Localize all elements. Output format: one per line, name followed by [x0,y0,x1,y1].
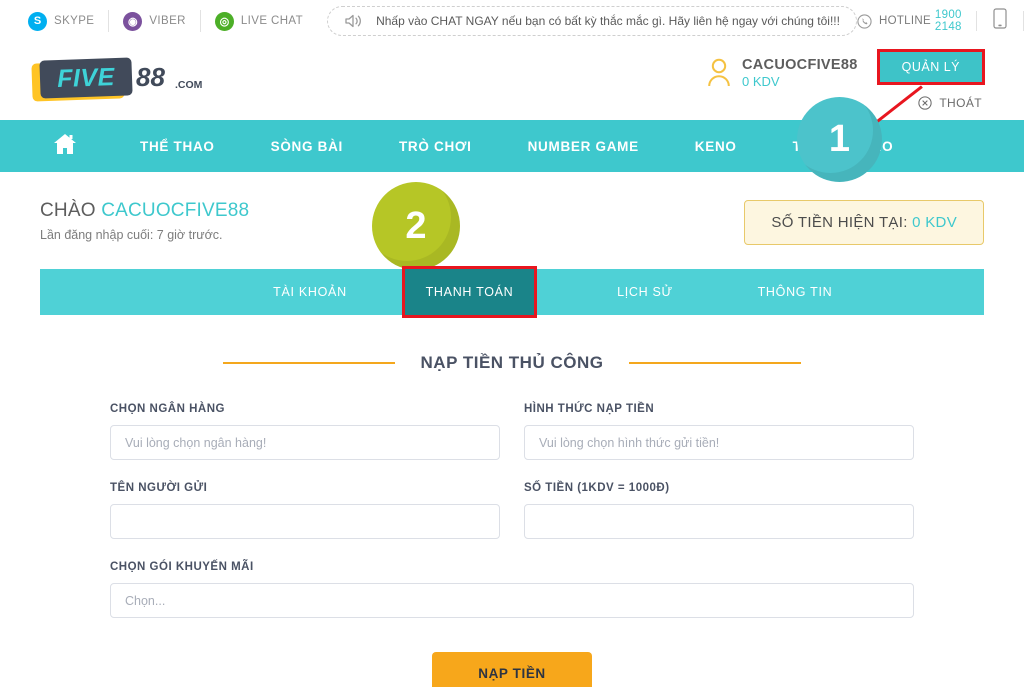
tab-lich-su[interactable]: LỊCH SỬ [570,269,720,315]
chat-banner-text: Nhấp vào CHAT NGAY nếu bạn có bất kỳ thắ… [376,14,840,28]
promo-select-input[interactable] [110,583,914,618]
logout-label: THOÁT [939,96,982,110]
heading-rule-right [629,362,802,364]
mobile-phone-icon [993,8,1007,34]
close-icon [918,96,932,110]
heading-rule-left [222,362,395,364]
phone-icon [857,13,872,29]
greeting-block: CHÀO CACUOCFIVE88 Lần đăng nhập cuối: 7 … [40,200,249,242]
nav-item-home[interactable] [46,132,112,161]
greeting-row: CHÀO CACUOCFIVE88 Lần đăng nhập cuối: 7 … [0,172,1024,245]
user-avatar-icon [706,56,732,88]
greeting-username: CACUOCFIVE88 [101,200,250,221]
logo-com-text: .COM [175,79,203,91]
whatsapp-icon: ◎ [214,11,234,31]
field-sender: TÊN NGƯỜI GỬI [110,482,500,539]
last-login-text: Lần đăng nhập cuối: 7 giờ trước. [40,228,223,242]
form-grid: CHỌN NGÂN HÀNG HÌNH THỨC NẠP TIỀN TÊN NG… [110,403,914,640]
amount-input[interactable] [524,504,914,539]
top-bar: S SKYPE ◉ VIBER ◎ LIVE CHAT Nhấp vào CHA… [0,0,1024,42]
annotation-badge-1: 1 [797,97,882,182]
user-balance-label: 0 KDV [742,74,780,90]
user-summary: CACUOCFIVE88 0 KDV [706,52,858,91]
greeting-hello: CHÀO [40,200,96,221]
deposit-form: CHỌN NGÂN HÀNG HÌNH THỨC NẠP TIỀN TÊN NG… [0,373,1024,687]
tab-thanh-toan[interactable]: THANH TOÁN [402,266,537,318]
amount-label: SỐ TIỀN (1KDV = 1000Đ) [524,482,670,494]
account-tabs: TÀI KHOẢN THANH TOÁN LỊCH SỬ THÔNG TIN [40,266,984,318]
manage-button[interactable]: QUẢN LÝ [876,49,986,85]
site-logo[interactable]: FIVE 88 .COM [31,57,202,104]
social-label: SKYPE [54,15,95,27]
sender-name-input[interactable] [110,504,500,539]
hotline-number: 1900 2148 [934,9,962,33]
page-title: CHÀO CACUOCFIVE88 [40,200,249,222]
site-header: FIVE 88 .COM CACUOCFIVE88 0 KDV QUẢN LÝ … [0,42,1024,120]
annotation-badge-2: 2 [372,182,460,270]
method-label: HÌNH THỨC NẠP TIỀN [524,403,655,415]
field-amount: SỐ TIỀN (1KDV = 1000Đ) [524,482,914,539]
top-bar-right: HOTLINE 1900 2148 ★ [857,8,1024,34]
logo-88-text: 88 [136,62,165,92]
home-icon [52,132,78,161]
account-actions: QUẢN LÝ THOÁT [876,49,986,110]
sender-label: TÊN NGƯỜI GỬI [110,482,208,494]
chat-banner[interactable]: Nhấp vào CHAT NGAY nếu bạn có bất kỳ thắ… [327,6,857,36]
bank-select-input[interactable] [110,425,500,460]
method-select-input[interactable] [524,425,914,460]
current-balance-value: 0 KDV [912,214,957,231]
logout-button[interactable]: THOÁT [918,96,982,110]
social-label: VIBER [149,15,186,27]
current-balance-box: SỐ TIỀN HIỆN TẠI: 0 KDV [744,200,984,245]
social-link-livechat[interactable]: ◎ LIVE CHAT [199,10,317,32]
tab-thong-tin[interactable]: THÔNG TIN [720,269,870,315]
page-root: S SKYPE ◉ VIBER ◎ LIVE CHAT Nhấp vào CHA… [0,0,1024,687]
skype-icon: S [28,11,47,31]
field-promo: CHỌN GÓI KHUYẾN MÃI [110,561,914,618]
social-links: S SKYPE ◉ VIBER ◎ LIVE CHAT [14,10,317,32]
logo-plate: FIVE [39,57,133,99]
promo-label: CHỌN GÓI KHUYẾN MÃI [110,561,254,573]
field-bank: CHỌN NGÂN HÀNG [110,403,500,460]
tab-tai-khoan[interactable]: TÀI KHOẢN [215,269,405,315]
social-link-viber[interactable]: ◉ VIBER [108,10,200,32]
deposit-submit-button[interactable]: NẠP TIỀN [432,652,592,687]
hotline-label: HOTLINE [878,15,931,27]
mobile-app-link[interactable] [977,8,1023,34]
field-method: HÌNH THỨC NẠP TIỀN [524,403,914,460]
social-label: LIVE CHAT [240,15,304,27]
speaker-icon [344,13,364,29]
section-title: NẠP TIỀN THỦ CÔNG [420,353,604,372]
nav-item-tro-choi[interactable]: TRÒ CHƠI [371,139,500,154]
nav-item-keno[interactable]: KENO [667,139,765,154]
username-label: CACUOCFIVE88 [742,57,858,73]
viber-icon: ◉ [123,11,143,31]
submit-row: NẠP TIỀN [110,652,914,687]
social-link-skype[interactable]: S SKYPE [14,10,108,32]
nav-item-song-bai[interactable]: SÒNG BÀI [243,139,371,154]
bank-label: CHỌN NGÂN HÀNG [110,403,225,415]
hotline: HOTLINE 1900 2148 [857,9,976,33]
nav-item-number-game[interactable]: NUMBER GAME [500,139,667,154]
nav-item-the-thao[interactable]: THỂ THAO [112,139,243,154]
section-heading: NẠP TIỀN THỦ CÔNG [0,353,1024,373]
current-balance-label: SỐ TIỀN HIỆN TẠI: [771,214,908,231]
logo-five-text: FIVE [56,62,116,93]
